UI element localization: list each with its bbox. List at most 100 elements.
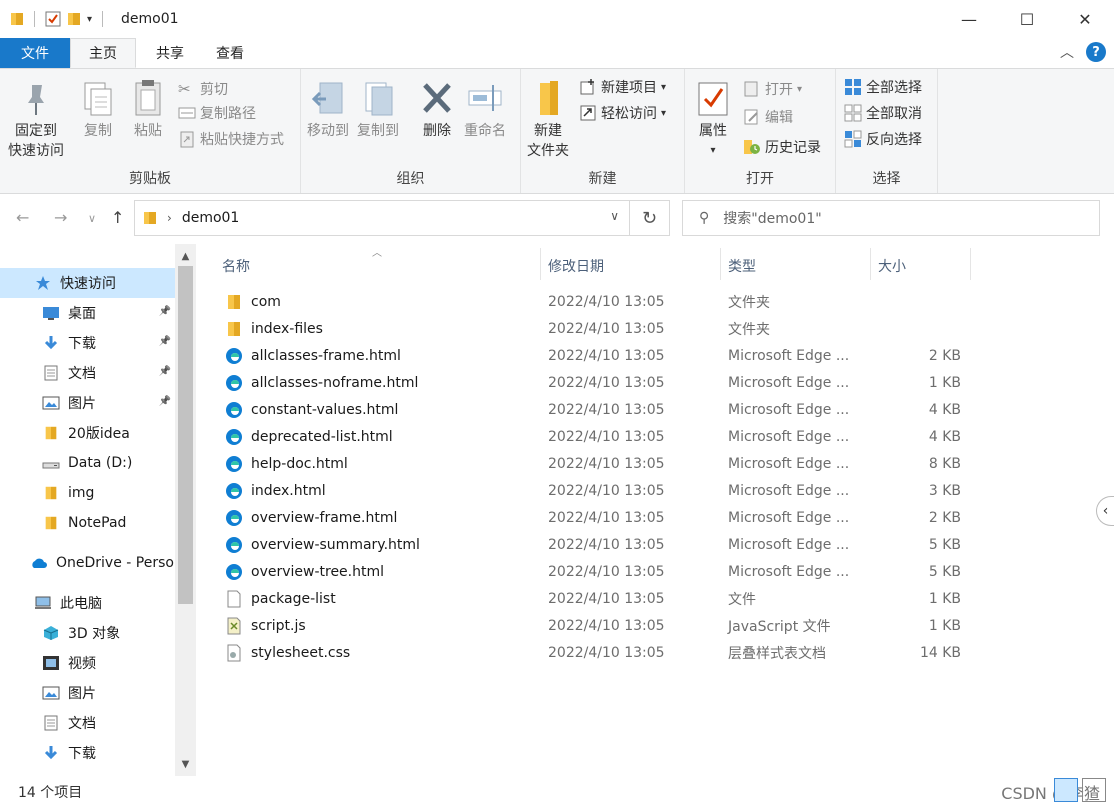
sidebar-item[interactable]: 快速访问 [0,268,175,298]
column-divider[interactable] [540,248,541,280]
file-row[interactable]: overview-summary.html 2022/4/10 13:05 Micr… [220,531,970,558]
details-view-button[interactable] [1054,778,1078,802]
tab-home[interactable]: 主页 [70,38,136,68]
minimize-button[interactable]: — [940,0,998,38]
refresh-button[interactable]: ↻ [630,200,670,236]
file-row[interactable]: index.html 2022/4/10 13:05 Microsoft Edge … [220,477,970,504]
sidebar-item[interactable]: 桌面 📌 [0,298,175,328]
new-item-icon [580,79,594,95]
move-to-button[interactable]: 移动到 [307,77,349,141]
sidebar-item[interactable]: NotePad [0,508,175,538]
file-name-text: package-list [251,590,336,607]
tab-share[interactable]: 共享 [140,38,200,68]
sidebar-item[interactable]: 图片 [0,678,175,708]
navigation-pane-scrollbar[interactable]: ▲ ▼ [175,244,196,776]
cut-button[interactable]: ✂ 剪切 [178,77,228,101]
new-folder-icon[interactable] [67,11,81,27]
search-box[interactable]: ⚲ 搜索"demo01" [682,200,1100,236]
up-icon[interactable]: ↑ [111,208,124,227]
new-item-button[interactable]: 新建项目 ▾ [579,75,666,99]
file-row[interactable]: com 2022/4/10 13:05 文件夹 [220,288,970,315]
file-type: Microsoft Edge ... [728,401,850,418]
back-icon[interactable]: ← [16,208,29,227]
breadcrumb-demo01[interactable]: demo01 [182,210,240,226]
file-date: 2022/4/10 13:05 [548,482,665,499]
scroll-up-icon[interactable]: ▲ [175,246,196,266]
close-button[interactable]: ✕ [1056,0,1114,38]
sidebar-item[interactable]: OneDrive - Perso [0,548,175,578]
breadcrumb-separator-icon[interactable]: › [167,211,172,225]
sidebar-item[interactable]: 下载 [0,738,175,768]
maximize-button[interactable]: ☐ [998,0,1056,38]
collapse-ribbon-icon[interactable]: ︿ [1060,42,1074,62]
recent-locations-icon[interactable]: ∨ [88,212,96,225]
select-group-label: 选择 [872,171,901,187]
column-size[interactable]: 大小 [878,252,906,280]
sidebar-item[interactable]: 图片 📌 [0,388,175,418]
sidebar-item[interactable]: 文档 📌 [0,358,175,388]
pin-icon[interactable]: 📌 [159,396,171,407]
file-row[interactable]: script.js 2022/4/10 13:05 JavaScript 文件 1 K… [220,612,970,639]
folder-icon [144,212,156,224]
edit-button[interactable]: 编辑 [743,105,793,129]
address-dropdown-icon[interactable]: ∨ [610,209,619,223]
history-button[interactable]: 历史记录 [743,135,821,159]
forward-icon[interactable]: → [54,208,67,227]
column-divider[interactable] [970,248,971,280]
address-bar[interactable]: › demo01 ∨ [134,200,630,236]
sidebar-item[interactable]: 文档 [0,708,175,738]
file-row[interactable]: overview-frame.html 2022/4/10 13:05 Micros… [220,504,970,531]
properties-icon[interactable] [45,11,61,27]
sidebar-item-label: 快速访问 [60,276,116,292]
scrollbar-thumb[interactable] [178,266,193,604]
navigation-pane: 快速访问 桌面 📌 下载 📌 文档 📌 图片 📌 20版idea Data (D:) img NoteP… [0,244,196,776]
invert-selection-button[interactable]: 反向选择 [844,127,922,151]
tab-file[interactable]: 文件 [0,38,70,68]
pin-icon[interactable]: 📌 [159,336,171,347]
new-folder-button[interactable]: 新建 文件夹 [527,77,569,161]
sidebar-item[interactable]: 视频 [0,648,175,678]
file-row[interactable]: stylesheet.css 2022/4/10 13:05 层叠样式表文档 14 K… [220,639,970,666]
sidebar-item[interactable]: 20版idea [0,418,175,448]
sidebar-item[interactable]: Data (D:) [0,448,175,478]
file-row[interactable]: help-doc.html 2022/4/10 13:05 Microsoft Ed… [220,450,970,477]
properties-button[interactable]: 属性 ▾ [695,77,731,161]
large-icons-view-button[interactable] [1082,778,1106,802]
paste-shortcut-button[interactable]: 粘贴快捷方式 [178,127,284,151]
pin-icon[interactable]: 📌 [159,366,171,377]
file-row[interactable]: deprecated-list.html 2022/4/10 13:05 Micro… [220,423,970,450]
sidebar-item[interactable]: 此电脑 [0,588,175,618]
copy-button[interactable]: 复制 [80,77,116,141]
organize-group-label: 组织 [396,171,425,187]
tab-view[interactable]: 查看 [200,38,260,68]
open-button[interactable]: 打开 ▾ [743,77,802,101]
copy-path-button[interactable]: 复制路径 [178,101,256,125]
select-none-button[interactable]: 全部取消 [844,101,922,125]
scroll-down-icon[interactable]: ▼ [175,754,196,774]
column-date[interactable]: 修改日期 [548,252,604,280]
copy-to-button[interactable]: 复制到 [357,77,399,141]
help-icon[interactable]: ? [1086,42,1106,62]
sidebar-item[interactable]: img [0,478,175,508]
sidebar-item[interactable]: 下载 📌 [0,328,175,358]
file-row[interactable]: constant-values.html 2022/4/10 13:05 Micro… [220,396,970,423]
rename-button[interactable]: 重命名 [464,77,506,141]
select-all-button[interactable]: 全部选择 [844,75,922,99]
pin-icon[interactable]: 📌 [159,306,171,317]
customize-toolbar-icon[interactable]: ▾ [87,14,92,25]
column-type[interactable]: 类型 [728,252,756,280]
file-row[interactable]: allclasses-frame.html 2022/4/10 13:05 Micr… [220,342,970,369]
easy-access-button[interactable]: 轻松访问 ▾ [579,101,666,125]
file-row[interactable]: overview-tree.html 2022/4/10 13:05 Microso… [220,558,970,585]
file-row[interactable]: index-files 2022/4/10 13:05 文件夹 [220,315,970,342]
column-divider[interactable] [870,248,871,280]
file-date: 2022/4/10 13:05 [548,644,665,661]
file-row[interactable]: package-list 2022/4/10 13:05 文件 1 KB [220,585,970,612]
column-name[interactable]: 名称 [222,252,250,280]
file-row[interactable]: allclasses-noframe.html 2022/4/10 13:05 Mi… [220,369,970,396]
pin-quick-access-button[interactable]: 固定到 快速访问 [8,77,64,161]
column-divider[interactable] [720,248,721,280]
delete-button[interactable]: 删除 [419,77,455,141]
sidebar-item[interactable]: 3D 对象 [0,618,175,648]
paste-button[interactable]: 粘贴 [130,77,166,141]
